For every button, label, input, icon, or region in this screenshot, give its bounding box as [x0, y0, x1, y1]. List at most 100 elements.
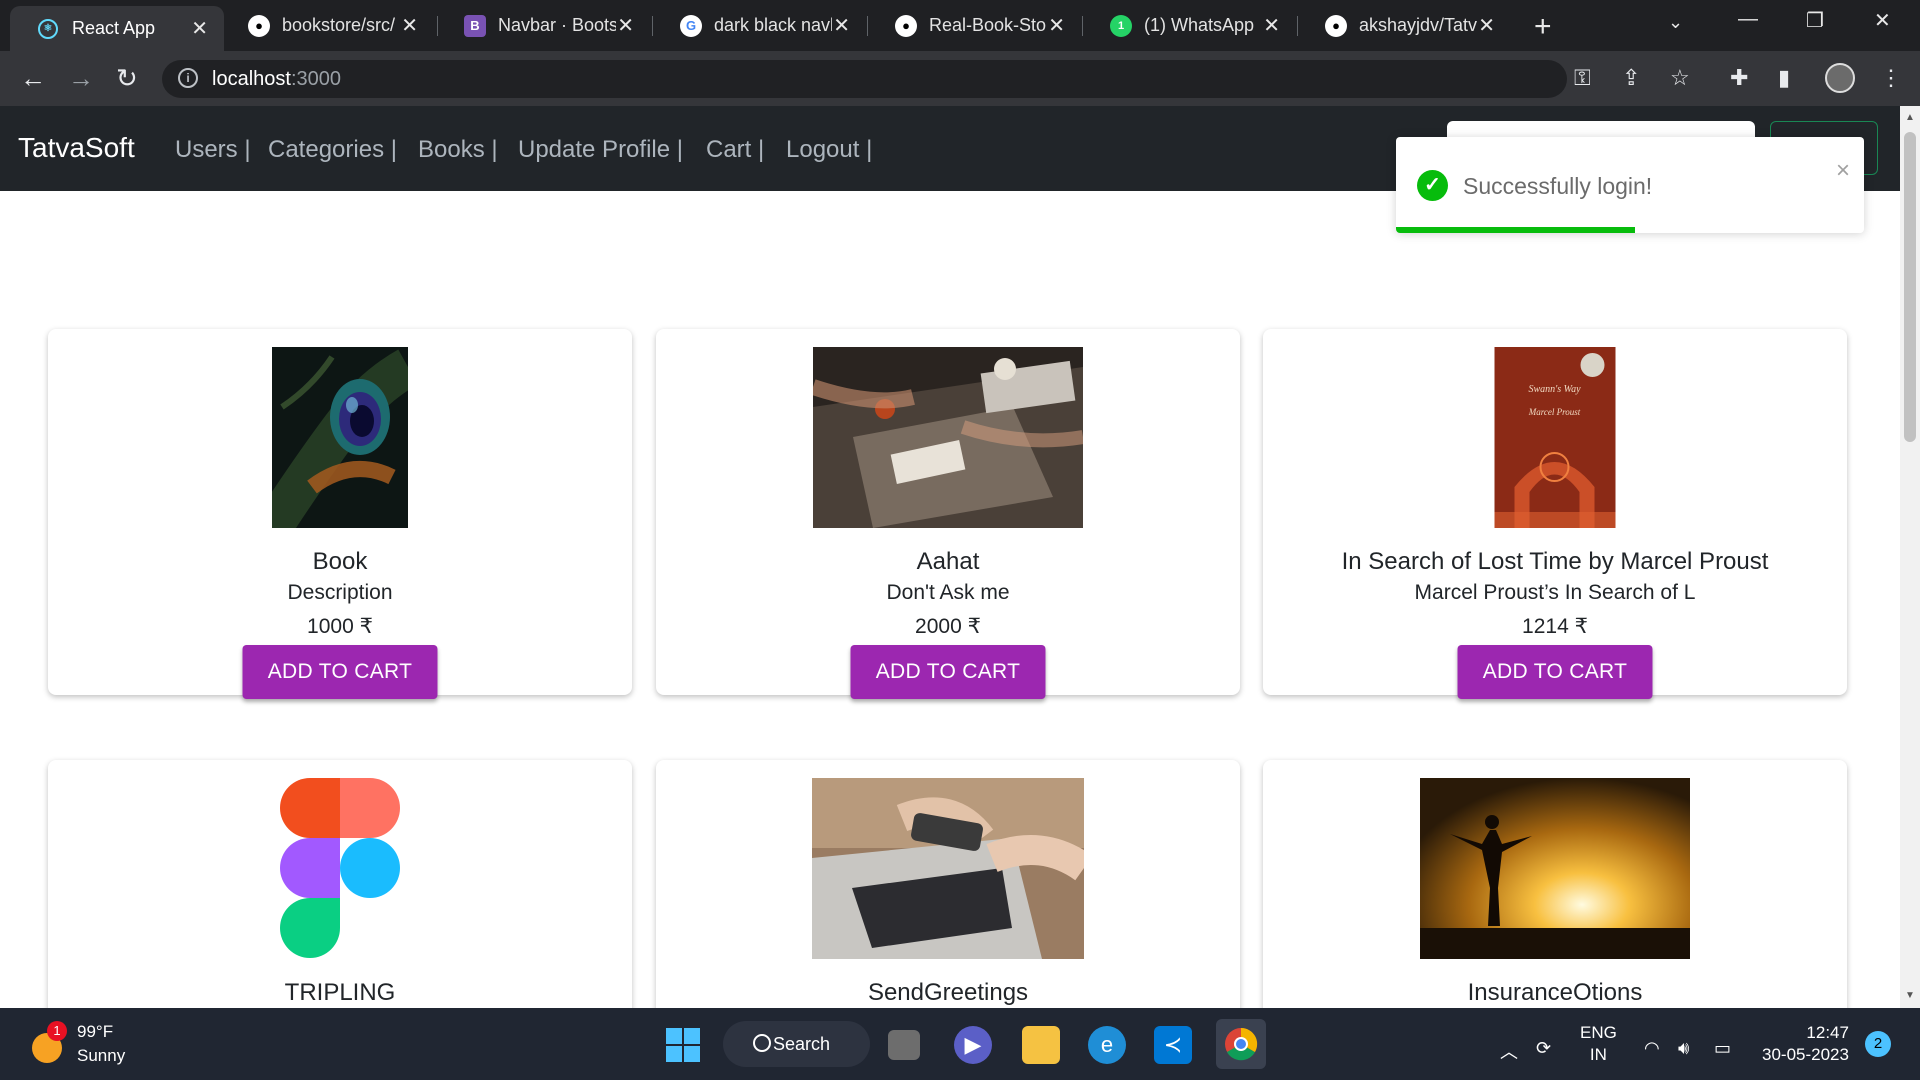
tab-react-app[interactable]: ⚛ React App ✕	[10, 6, 224, 51]
close-window-icon[interactable]: ✕	[1874, 8, 1891, 33]
vscode-icon[interactable]: ≺	[1154, 1026, 1192, 1064]
add-to-cart-button[interactable]: ADD TO CART	[242, 645, 438, 699]
tab-search-chevron-icon[interactable]: ⌄	[1668, 12, 1683, 33]
minimize-icon[interactable]: —	[1738, 8, 1758, 31]
taskbar-search-button[interactable]: Search	[723, 1021, 870, 1067]
tab-close-icon[interactable]: ✕	[1048, 13, 1065, 38]
bookmark-star-icon[interactable]: ☆	[1670, 65, 1690, 91]
chrome-taskbar-icon[interactable]	[1216, 1019, 1266, 1069]
book-title: Book	[312, 548, 368, 575]
volume-icon[interactable]: 🔊︎	[1678, 1038, 1689, 1059]
wifi-icon[interactable]: ◠	[1644, 1038, 1660, 1059]
book-card: InsuranceOtions	[1263, 760, 1847, 1008]
book-price: 1214 ₹	[1522, 615, 1588, 638]
tab-close-icon[interactable]: ✕	[833, 13, 850, 38]
task-view-icon[interactable]	[888, 1030, 920, 1060]
reload-icon[interactable]: ↻	[116, 63, 138, 94]
new-tab-icon[interactable]: +	[1534, 10, 1552, 44]
tab-whatsapp[interactable]: 1 (1) WhatsApp ✕	[1082, 8, 1296, 43]
url-port: :3000	[290, 68, 341, 90]
back-arrow-icon[interactable]: ←	[20, 63, 46, 94]
bootstrap-icon: B	[464, 14, 486, 37]
peacock-feather-image	[272, 347, 408, 528]
tab-real-book-store[interactable]: ● Real-Book-Stor ✕	[867, 8, 1081, 43]
tab-close-icon[interactable]: ✕	[1263, 13, 1280, 38]
nav-link-logout[interactable]: Logout |	[786, 136, 872, 164]
tab-close-icon[interactable]: ✕	[191, 16, 208, 41]
side-panel-icon[interactable]: ▮	[1778, 65, 1790, 91]
nav-link-categories[interactable]: Categories |	[268, 136, 397, 164]
page-scrollbar[interactable]: ▲ ▼	[1900, 106, 1920, 1008]
tab-title: Real-Book-Stor	[929, 15, 1047, 35]
edge-browser-icon[interactable]: e	[1088, 1026, 1126, 1064]
tab-title: bookstore/src/	[282, 15, 396, 35]
book-description: Description	[287, 581, 393, 604]
page-viewport: TatvaSoft Users | Categories | Books | U…	[0, 106, 1900, 1008]
weather-temperature[interactable]: 99°F	[77, 1022, 113, 1042]
scroll-down-arrow-icon[interactable]: ▼	[1905, 990, 1915, 1001]
windows-start-icon[interactable]	[664, 1026, 702, 1064]
weather-condition[interactable]: Sunny	[77, 1046, 125, 1066]
language-indicator[interactable]: ENG IN	[1580, 1022, 1617, 1066]
book-cover-image	[279, 778, 401, 960]
search-icon	[753, 1034, 771, 1052]
tab-title: (1) WhatsApp	[1144, 15, 1255, 35]
file-explorer-icon[interactable]	[1022, 1026, 1060, 1064]
restore-icon[interactable]: ❐	[1806, 8, 1824, 33]
book-title: Aahat	[916, 548, 980, 575]
swanns-way-cover-image: Swann's Way Marcel Proust	[1494, 347, 1616, 528]
sunset-silhouette-image	[1420, 778, 1690, 959]
react-icon: ⚛	[38, 18, 58, 39]
browser-toolbar: ← → ↻ i localhost:3000 ⚿ ⇪ ☆ ✚ ▮ ⋮	[0, 51, 1920, 106]
add-to-cart-button[interactable]: ADD TO CART	[850, 645, 1046, 699]
tab-title: React App	[72, 18, 156, 38]
tab-bookstore-src[interactable]: ● bookstore/src/ ✕	[220, 8, 434, 43]
tab-akshayjdv[interactable]: ● akshayjdv/Tatv ✕	[1297, 8, 1511, 43]
toast-close-icon[interactable]: ×	[1836, 157, 1850, 185]
tab-close-icon[interactable]: ✕	[617, 13, 634, 38]
site-info-icon[interactable]: i	[178, 68, 198, 88]
book-cover-image	[812, 778, 1084, 959]
extensions-puzzle-icon[interactable]: ✚	[1730, 65, 1748, 91]
scroll-up-arrow-icon[interactable]: ▲	[1905, 112, 1915, 123]
book-card: Book Description 1000 ₹ ADD TO CART	[48, 329, 632, 699]
whatsapp-icon: 1	[1110, 14, 1132, 37]
book-price: 1000 ₹	[307, 615, 373, 638]
tab-google-search[interactable]: G dark black navl ✕	[652, 8, 866, 43]
cover-author-text: Marcel Proust	[1528, 407, 1581, 417]
success-toast[interactable]: ✓ Successfully login! ×	[1396, 137, 1864, 233]
menu-kebab-icon[interactable]: ⋮	[1880, 65, 1902, 91]
sync-icon[interactable]: ⟳	[1536, 1038, 1551, 1059]
tab-close-icon[interactable]: ✕	[1478, 13, 1495, 38]
forward-arrow-icon[interactable]: →	[68, 63, 94, 94]
profile-avatar[interactable]	[1825, 63, 1855, 93]
book-cover-image	[813, 347, 1083, 528]
add-to-cart-button[interactable]: ADD TO CART	[1457, 645, 1653, 699]
nav-link-cart[interactable]: Cart |	[706, 136, 764, 164]
notification-badge[interactable]: 2	[1865, 1031, 1891, 1057]
teams-chat-icon[interactable]: ▶	[954, 1026, 992, 1064]
address-bar[interactable]: i localhost:3000	[162, 60, 1567, 98]
taskbar-clock[interactable]: 12:47 30-05-2023	[1762, 1022, 1849, 1066]
password-key-icon[interactable]: ⚿	[1574, 65, 1591, 91]
language-code: ENG	[1580, 1023, 1617, 1042]
url-text[interactable]: localhost:3000	[212, 68, 341, 91]
tab-close-icon[interactable]: ✕	[401, 13, 418, 38]
nav-link-users[interactable]: Users |	[175, 136, 251, 164]
chrome-logo-icon	[1225, 1027, 1258, 1061]
navbar-brand[interactable]: TatvaSoft	[18, 132, 135, 164]
windows-taskbar: 1 99°F Sunny Search ▶ e ≺ ︿ ⟳ ENG IN ◠ 🔊…	[0, 1008, 1920, 1080]
tray-chevron-up-icon[interactable]: ︿	[1500, 1038, 1518, 1064]
nav-link-books[interactable]: Books |	[418, 136, 498, 164]
book-description: Marcel Proust’s In Search of L	[1414, 581, 1696, 604]
github-icon: ●	[895, 14, 917, 37]
nav-link-update-profile[interactable]: Update Profile |	[518, 136, 683, 164]
battery-icon[interactable]: ▭	[1714, 1038, 1731, 1059]
weather-badge: 1	[47, 1021, 67, 1041]
book-description: Don't Ask me	[886, 581, 1010, 604]
scroll-thumb[interactable]	[1904, 132, 1916, 442]
tab-navbar-bootstrap[interactable]: B Navbar · Boots ✕	[436, 8, 650, 43]
book-card: Aahat Don't Ask me 2000 ₹ ADD TO CART	[656, 329, 1240, 699]
book-card: TRIPLING	[48, 760, 632, 1008]
share-icon[interactable]: ⇪	[1622, 65, 1640, 91]
